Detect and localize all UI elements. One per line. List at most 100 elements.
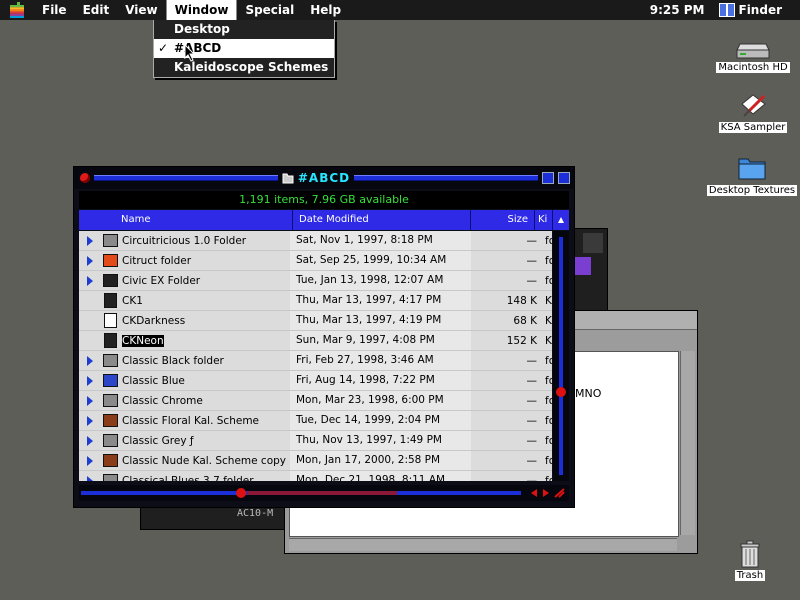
vertical-scrollbar[interactable] xyxy=(553,231,569,481)
apple-menu-icon[interactable] xyxy=(0,2,34,18)
list-item[interactable]: Classic Grey ƒ Thu, Nov 13, 1997, 1:49 PM… xyxy=(79,431,552,451)
menu-help[interactable]: Help xyxy=(302,0,349,20)
desktop-icon-ksa-sampler[interactable]: KSA Sampler xyxy=(716,90,790,133)
disclosure-triangle-cell[interactable] xyxy=(79,355,101,366)
disclosure-triangle-cell[interactable] xyxy=(79,435,101,446)
disclosure-triangle-icon[interactable] xyxy=(87,235,93,246)
finder-window[interactable]: #ABCD 1,191 items, 7.96 GB available Nam… xyxy=(73,166,575,508)
disclosure-triangle-icon[interactable] xyxy=(87,435,93,446)
disclosure-triangle-icon[interactable] xyxy=(87,455,93,466)
disclosure-triangle-cell[interactable] xyxy=(79,395,101,406)
list-item[interactable]: Circuitricious 1.0 Folder Sat, Nov 1, 199… xyxy=(79,231,552,251)
collapse-box-icon[interactable] xyxy=(558,172,571,184)
scroll-arrows-icon[interactable] xyxy=(531,488,565,498)
item-name-text: Classic Blue xyxy=(122,374,185,387)
list-item[interactable]: CKDarkness Thu, Mar 13, 1997, 4:19 PM 68 K… xyxy=(79,311,552,331)
folder-icon xyxy=(102,414,118,427)
disclosure-triangle-icon[interactable] xyxy=(87,395,93,406)
finder-icon xyxy=(718,3,735,17)
window-info-bar: 1,191 items, 7.96 GB available xyxy=(79,191,569,209)
item-date-modified: Tue, Jan 13, 1998, 12:07 AM xyxy=(290,271,471,290)
list-item[interactable]: Classic Blue Fri, Aug 14, 1998, 7:22 PM — f… xyxy=(79,371,552,391)
document-icon xyxy=(103,313,117,328)
item-name-text: Circuitricious 1.0 Folder xyxy=(122,234,247,247)
column-date-modified[interactable]: Date Modified xyxy=(293,210,471,230)
item-size: — xyxy=(526,414,538,427)
disclosure-triangle-icon[interactable] xyxy=(87,275,93,286)
window-title-text: #ABCD xyxy=(297,171,351,185)
item-date-modified: Thu, Nov 13, 1997, 1:49 PM xyxy=(290,431,471,450)
menu-file[interactable]: File xyxy=(34,0,75,20)
item-kind: fol xyxy=(545,434,552,447)
item-size: 152 K xyxy=(506,334,537,347)
item-kind: fol xyxy=(545,354,552,367)
folder-icon xyxy=(102,254,118,267)
menu-edit[interactable]: Edit xyxy=(75,0,118,20)
folder-icon xyxy=(102,274,118,287)
list-item[interactable]: CK1 Thu, Mar 13, 1997, 4:17 PM 148 K Ka xyxy=(79,291,552,311)
disclosure-triangle-cell[interactable] xyxy=(79,235,101,246)
scroll-track-highlight xyxy=(247,491,397,495)
item-icon-cell xyxy=(101,394,119,407)
menu-clock[interactable]: 9:25 PM xyxy=(650,3,705,17)
list-item[interactable]: Classic Chrome Mon, Mar 23, 1998, 6:00 PM… xyxy=(79,391,552,411)
column-name[interactable]: Name xyxy=(79,210,293,230)
close-box-icon[interactable] xyxy=(80,173,90,183)
disclosure-triangle-cell[interactable] xyxy=(79,415,101,426)
disclosure-triangle-cell[interactable] xyxy=(79,275,101,286)
disclosure-triangle-icon[interactable] xyxy=(87,255,93,266)
application-menu[interactable]: Finder xyxy=(718,3,782,17)
menu-window[interactable]: Window xyxy=(165,0,238,20)
item-icon-cell xyxy=(101,333,119,348)
item-kind: fol xyxy=(545,234,552,247)
vertical-scrollbar[interactable] xyxy=(680,351,695,535)
window-menu-item-desktop[interactable]: Desktop xyxy=(154,20,334,39)
list-item[interactable]: Civic EX Folder Tue, Jan 13, 1998, 12:07 … xyxy=(79,271,552,291)
list-item[interactable]: Classic Floral Kal. Scheme Tue, Dec 14, 1… xyxy=(79,411,552,431)
scroll-thumb[interactable] xyxy=(236,488,246,498)
item-name-text: Citruct folder xyxy=(122,254,192,267)
disclosure-triangle-cell[interactable] xyxy=(79,375,101,386)
list-item[interactable]: Classic Black folder Fri, Feb 27, 1998, 3… xyxy=(79,351,552,371)
window-title-bar[interactable]: #ABCD xyxy=(74,167,574,189)
desktop-icon-trash[interactable]: Trash xyxy=(730,540,770,581)
disclosure-triangle-icon[interactable] xyxy=(87,375,93,386)
item-name-text: Classic Chrome xyxy=(122,394,203,407)
window-menu-dropdown: Desktop ✓ #ABCD Kaleidoscope Schemes xyxy=(153,20,335,78)
item-kind: Ka xyxy=(545,294,552,307)
menu-view[interactable]: View xyxy=(117,0,165,20)
list-item[interactable]: Classic Nude Kal. Scheme copy Mon, Jan 17… xyxy=(79,451,552,471)
item-name: Classic Grey ƒ xyxy=(119,435,290,447)
disclosure-triangle-icon[interactable] xyxy=(87,475,93,481)
desktop-icon-macintosh-hd[interactable]: Macintosh HD xyxy=(716,40,790,73)
item-size: — xyxy=(526,354,538,367)
column-kind[interactable]: Ki xyxy=(535,210,553,230)
sort-direction-icon[interactable] xyxy=(553,210,569,230)
scroll-thumb[interactable] xyxy=(556,387,566,397)
column-size[interactable]: Size xyxy=(471,210,535,230)
application-icon xyxy=(741,94,766,117)
horizontal-scrollbar[interactable] xyxy=(289,538,677,551)
list-item[interactable]: Classical Blues 3.7 folder Mon, Dec 21, 1… xyxy=(79,471,552,481)
horizontal-scrollbar[interactable] xyxy=(79,485,569,501)
disclosure-triangle-cell[interactable] xyxy=(79,255,101,266)
icon-label: KSA Sampler xyxy=(718,122,788,133)
window-title: #ABCD xyxy=(282,171,350,185)
item-name: CKDarkness xyxy=(119,315,290,327)
item-date-modified: Thu, Mar 13, 1997, 4:17 PM xyxy=(290,291,471,310)
window-menu-item-abcd[interactable]: ✓ #ABCD xyxy=(154,39,334,58)
disclosure-triangle-icon[interactable] xyxy=(87,355,93,366)
window-menu-item-kaleidoscope-schemes[interactable]: Kaleidoscope Schemes xyxy=(154,58,334,77)
menu-special[interactable]: Special xyxy=(237,0,302,20)
item-kind: fol xyxy=(545,414,552,427)
item-name: Classic Black folder xyxy=(119,355,290,367)
zoom-box-icon[interactable] xyxy=(542,172,555,184)
disclosure-triangle-cell[interactable] xyxy=(79,455,101,466)
disclosure-triangle-icon[interactable] xyxy=(87,415,93,426)
list-item[interactable]: CKNeon Sun, Mar 9, 1997, 4:08 PM 152 K Ka xyxy=(79,331,552,351)
desktop-icon-desktop-textures[interactable]: Desktop Textures xyxy=(706,153,798,196)
folder-icon xyxy=(102,394,118,407)
item-date-modified: Sun, Mar 9, 1997, 4:08 PM xyxy=(290,331,471,350)
disclosure-triangle-cell[interactable] xyxy=(79,475,101,481)
list-item[interactable]: Citruct folder Sat, Sep 25, 1999, 10:34 A… xyxy=(79,251,552,271)
